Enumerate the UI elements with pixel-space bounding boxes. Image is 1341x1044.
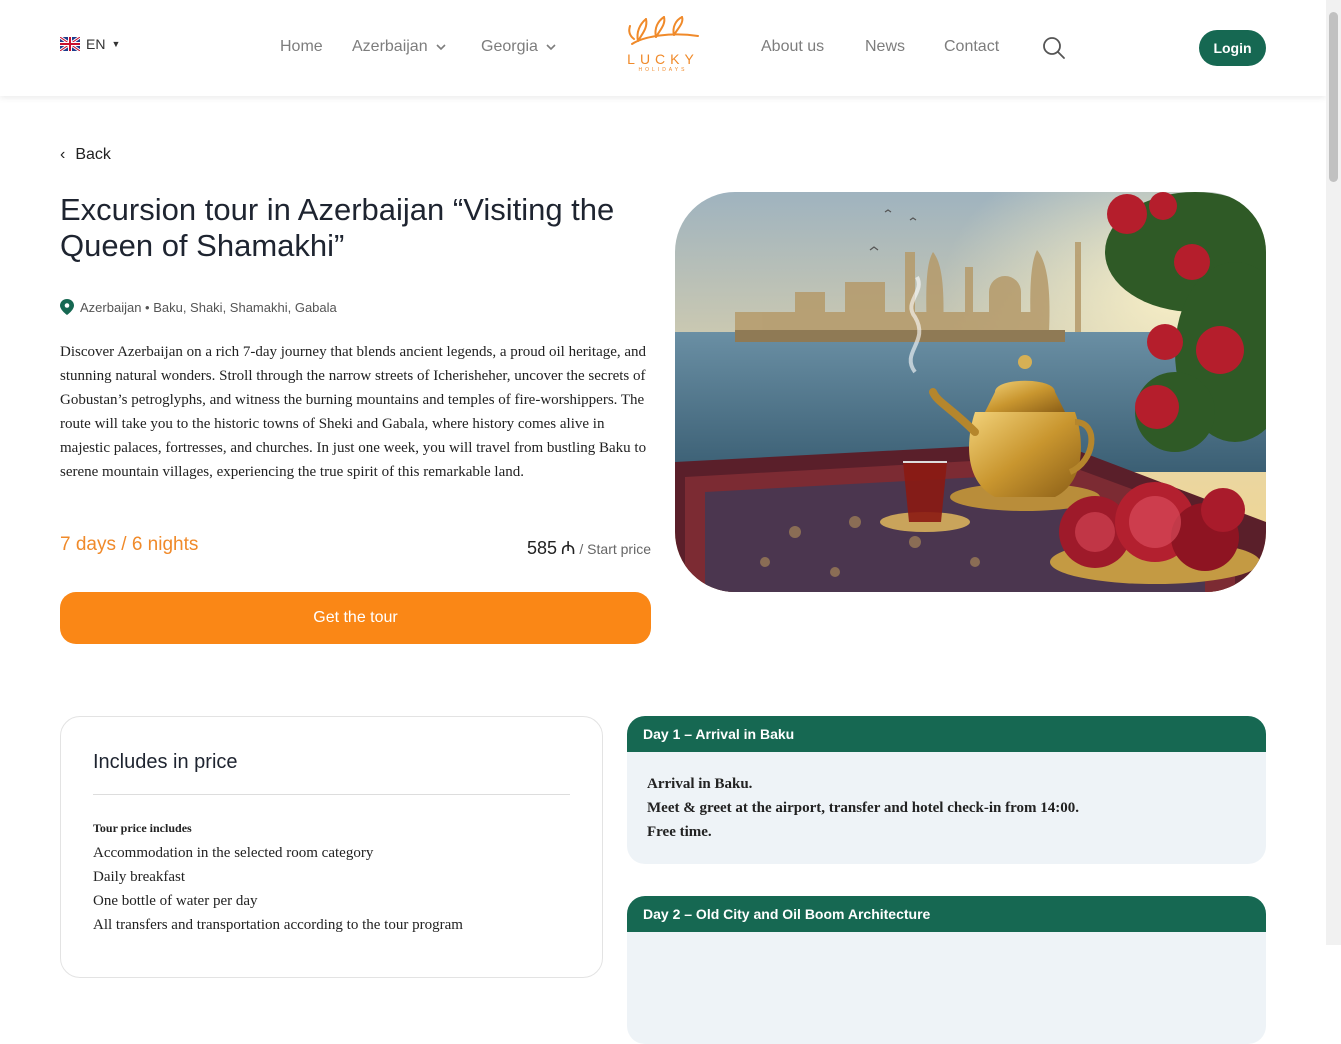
- back-label: Back: [75, 146, 111, 163]
- tour-location: Azerbaijan • Baku, Shaki, Shamakhi, Gaba…: [60, 299, 337, 315]
- nav-azerbaijan[interactable]: Azerbaijan: [352, 38, 446, 56]
- nav-contact-label: Contact: [944, 38, 1000, 55]
- includes-subtitle: Tour price includes: [93, 821, 192, 835]
- list-item: One bottle of water per day: [93, 893, 258, 909]
- day-line: Meet & greet at the airport, transfer an…: [647, 800, 1079, 816]
- day-body: Arrival in Baku. Meet & greet at the air…: [627, 752, 1266, 864]
- nav-georgia[interactable]: Georgia: [481, 38, 556, 56]
- day-body: [627, 932, 1266, 1044]
- day-line: Arrival in Baku.: [647, 776, 753, 792]
- includes-title: Includes in price: [93, 751, 238, 773]
- day-card-2: Day 2 – Old City and Oil Boom Architectu…: [627, 896, 1266, 1044]
- nav-azerbaijan-label: Azerbaijan: [352, 38, 428, 55]
- uk-flag-icon: [60, 37, 80, 51]
- day-card-1: Day 1 – Arrival in Baku Arrival in Baku.…: [627, 716, 1266, 864]
- tour-description: Discover Azerbaijan on a rich 7-day jour…: [60, 344, 647, 480]
- logo-wordmark: LUCKY: [627, 51, 699, 67]
- tour-duration: 7 days / 6 nights: [60, 534, 199, 555]
- language-selector[interactable]: EN ▼: [60, 36, 120, 52]
- divider: [93, 794, 570, 795]
- tour-price: 585 ₼ / Start price: [440, 536, 651, 560]
- location-text: Azerbaijan • Baku, Shaki, Shamakhi, Gaba…: [80, 299, 337, 315]
- tour-title: Excursion tour in Azerbaijan “Visiting t…: [60, 192, 615, 263]
- nav-news-label: News: [865, 38, 906, 55]
- language-label: EN: [86, 36, 106, 52]
- nav-about-label: About us: [761, 38, 825, 55]
- site-header: EN ▼ Home Azerbaijan Georgia LUCKY HOLID…: [0, 0, 1326, 96]
- includes-card: Includes in price Tour price includes Ac…: [60, 716, 603, 978]
- chevron-down-icon: [546, 44, 556, 51]
- scrollbar-thumb[interactable]: [1329, 12, 1338, 182]
- nav-georgia-label: Georgia: [481, 38, 538, 55]
- list-item: Daily breakfast: [93, 869, 186, 885]
- nav-home[interactable]: Home: [280, 38, 323, 56]
- nav-home-label: Home: [280, 38, 323, 55]
- nav-news[interactable]: News: [865, 38, 905, 56]
- includes-list: Accommodation in the selected room categ…: [93, 841, 463, 937]
- list-item: Accommodation in the selected room categ…: [93, 845, 374, 861]
- back-link[interactable]: ‹ Back: [60, 146, 111, 164]
- baku-tea-pomegranate-illustration: [675, 192, 1266, 592]
- price-label: / Start price: [579, 541, 651, 557]
- search-icon[interactable]: [1042, 36, 1066, 60]
- login-button[interactable]: Login: [1199, 30, 1266, 66]
- location-pin-icon: [60, 299, 74, 315]
- list-item: All transfers and transportation accordi…: [93, 917, 463, 933]
- caret-down-icon: ▼: [111, 39, 121, 49]
- nav-contact[interactable]: Contact: [944, 38, 999, 56]
- page-scrollbar[interactable]: [1326, 0, 1341, 945]
- day-header[interactable]: Day 1 – Arrival in Baku: [627, 716, 1266, 752]
- get-the-tour-button[interactable]: Get the tour: [60, 592, 651, 644]
- chevron-down-icon: [436, 44, 446, 51]
- nav-about[interactable]: About us: [761, 38, 824, 56]
- day-header[interactable]: Day 2 – Old City and Oil Boom Architectu…: [627, 896, 1266, 932]
- chevron-left-icon: ‹: [60, 146, 66, 163]
- logo-tagline: HOLIDAYS: [638, 67, 688, 73]
- day-line: Free time.: [647, 824, 712, 840]
- tour-hero-image: [675, 192, 1266, 592]
- leaf-branch-icon: [628, 16, 699, 45]
- site-logo[interactable]: LUCKY HOLIDAYS: [622, 14, 704, 82]
- price-value: 585: [526, 538, 558, 558]
- manat-currency-icon: ₼: [560, 538, 576, 558]
